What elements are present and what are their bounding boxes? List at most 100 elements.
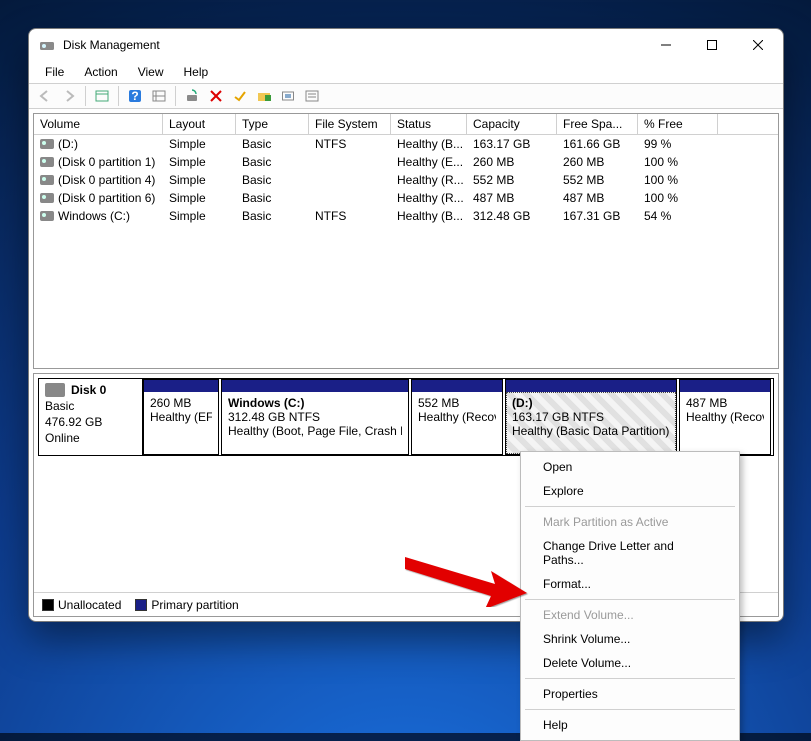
cell: (Disk 0 partition 6) xyxy=(34,189,163,207)
partition-status: Healthy (Boot, Page File, Crash D xyxy=(228,424,402,438)
properties-button[interactable] xyxy=(300,85,324,107)
cell: 100 % xyxy=(638,171,718,189)
cell: Healthy (B... xyxy=(391,135,467,153)
minimize-button[interactable] xyxy=(643,30,689,60)
partition-block[interactable]: 552 MBHealthy (Recov xyxy=(411,379,503,455)
cell: (D:) xyxy=(34,135,163,153)
refresh-button[interactable] xyxy=(180,85,204,107)
col-type[interactable]: Type xyxy=(236,114,309,134)
partition-block[interactable]: 487 MBHealthy (Recov xyxy=(679,379,771,455)
context-menu-item[interactable]: Properties xyxy=(523,682,737,706)
drive-icon xyxy=(40,193,54,203)
partition-block[interactable]: (D:)163.17 GB NTFSHealthy (Basic Data Pa… xyxy=(505,379,677,455)
context-menu-item: Extend Volume... xyxy=(523,603,737,627)
new-folder-button[interactable] xyxy=(252,85,276,107)
col-filesystem[interactable]: File System xyxy=(309,114,391,134)
forward-button[interactable] xyxy=(57,85,81,107)
context-menu-item[interactable]: Explore xyxy=(523,479,737,503)
legend-unallocated: Unallocated xyxy=(42,598,121,612)
col-layout[interactable]: Layout xyxy=(163,114,236,134)
context-menu-item: Mark Partition as Active xyxy=(523,510,737,534)
context-menu[interactable]: OpenExplore Mark Partition as ActiveChang… xyxy=(520,451,740,741)
svg-text:?: ? xyxy=(131,89,138,103)
partition-block[interactable]: Windows (C:)312.48 GB NTFSHealthy (Boot,… xyxy=(221,379,409,455)
cell xyxy=(309,153,391,171)
cell: Simple xyxy=(163,135,236,153)
cell: 260 MB xyxy=(557,153,638,171)
maximize-button[interactable] xyxy=(689,30,735,60)
menu-view[interactable]: View xyxy=(128,63,174,81)
col-volume[interactable]: Volume xyxy=(34,114,163,134)
show-hide-button[interactable] xyxy=(90,85,114,107)
close-button[interactable] xyxy=(735,30,781,60)
partition-status: Healthy (Recov xyxy=(686,410,764,424)
context-menu-item[interactable]: Shrink Volume... xyxy=(523,627,737,651)
context-menu-item[interactable]: Open xyxy=(523,455,737,479)
disk-icon xyxy=(45,383,65,397)
col-status[interactable]: Status xyxy=(391,114,467,134)
cell: Basic xyxy=(236,207,309,225)
back-button[interactable] xyxy=(33,85,57,107)
cell: 552 MB xyxy=(557,171,638,189)
volume-list-header[interactable]: Volume Layout Type File System Status Ca… xyxy=(34,114,778,135)
col-pctfree[interactable]: % Free xyxy=(638,114,718,134)
table-row[interactable]: (D:)SimpleBasicNTFSHealthy (B...163.17 G… xyxy=(34,135,778,153)
cell: 167.31 GB xyxy=(557,207,638,225)
disk-type: Basic xyxy=(45,399,136,413)
context-menu-separator xyxy=(525,678,735,679)
drive-icon xyxy=(40,139,54,149)
cell: (Disk 0 partition 4) xyxy=(34,171,163,189)
cell: Healthy (R... xyxy=(391,189,467,207)
cell: Healthy (R... xyxy=(391,171,467,189)
cell: 487 MB xyxy=(557,189,638,207)
cell: 100 % xyxy=(638,189,718,207)
col-capacity[interactable]: Capacity xyxy=(467,114,557,134)
mount-button[interactable] xyxy=(276,85,300,107)
cell: Simple xyxy=(163,189,236,207)
cell: 312.48 GB xyxy=(467,207,557,225)
menu-file[interactable]: File xyxy=(35,63,74,81)
help-button[interactable]: ? xyxy=(123,85,147,107)
cell: Windows (C:) xyxy=(34,207,163,225)
partition-status: Healthy (Recov xyxy=(418,410,496,424)
partition-size: 163.17 GB NTFS xyxy=(512,410,670,424)
partition-size: 260 MB xyxy=(150,396,212,410)
cell: 99 % xyxy=(638,135,718,153)
cell: Healthy (B... xyxy=(391,207,467,225)
table-row[interactable]: (Disk 0 partition 4)SimpleBasicHealthy (… xyxy=(34,171,778,189)
cell: Healthy (E... xyxy=(391,153,467,171)
menu-action[interactable]: Action xyxy=(74,63,127,81)
cell: (Disk 0 partition 1) xyxy=(34,153,163,171)
context-menu-separator xyxy=(525,709,735,710)
app-icon xyxy=(39,37,55,53)
volume-list[interactable]: Volume Layout Type File System Status Ca… xyxy=(33,113,779,369)
titlebar[interactable]: Disk Management xyxy=(29,29,783,61)
context-menu-item[interactable]: Delete Volume... xyxy=(523,651,737,675)
col-free[interactable]: Free Spa... xyxy=(557,114,638,134)
disk-size: 476.92 GB xyxy=(45,415,136,429)
partition-status: Healthy (Basic Data Partition) xyxy=(512,424,670,438)
check-button[interactable] xyxy=(228,85,252,107)
menu-help[interactable]: Help xyxy=(174,63,219,81)
context-menu-item[interactable]: Help xyxy=(523,713,737,737)
context-menu-item[interactable]: Change Drive Letter and Paths... xyxy=(523,534,737,572)
table-row[interactable]: (Disk 0 partition 1)SimpleBasicHealthy (… xyxy=(34,153,778,171)
cell: 552 MB xyxy=(467,171,557,189)
partition-block[interactable]: 260 MBHealthy (EFI xyxy=(143,379,219,455)
disk-info[interactable]: Disk 0 Basic 476.92 GB Online xyxy=(39,379,143,455)
settings-button[interactable] xyxy=(147,85,171,107)
table-row[interactable]: Windows (C:)SimpleBasicNTFSHealthy (B...… xyxy=(34,207,778,225)
table-row[interactable]: (Disk 0 partition 6)SimpleBasicHealthy (… xyxy=(34,189,778,207)
context-menu-item[interactable]: Format... xyxy=(523,572,737,596)
context-menu-separator xyxy=(525,599,735,600)
cell: 54 % xyxy=(638,207,718,225)
drive-icon xyxy=(40,211,54,221)
cell: Simple xyxy=(163,207,236,225)
toolbar: ? xyxy=(29,83,783,109)
cell: 161.66 GB xyxy=(557,135,638,153)
cell: Simple xyxy=(163,171,236,189)
delete-button[interactable] xyxy=(204,85,228,107)
partition-size: 312.48 GB NTFS xyxy=(228,410,402,424)
legend-primary: Primary partition xyxy=(135,598,238,612)
partition-status: Healthy (EFI xyxy=(150,410,212,424)
